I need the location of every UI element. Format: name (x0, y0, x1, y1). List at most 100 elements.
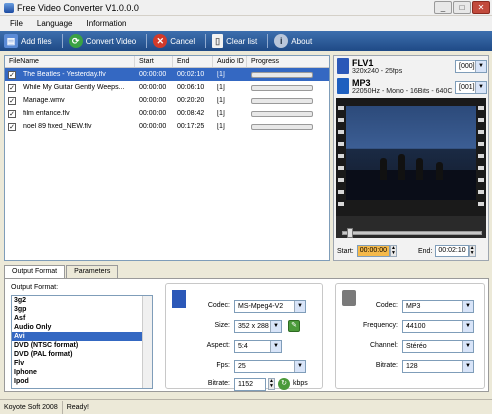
row-start: 00:00:00 (139, 71, 167, 78)
menu-language[interactable]: Language (37, 19, 73, 28)
tab-output-format[interactable]: Output Format (4, 265, 66, 279)
start-time-spinner[interactable]: ▲ ▼ (389, 245, 397, 257)
list-item[interactable]: DVD (PAL format) (12, 350, 152, 359)
file-list[interactable]: FileName Start End Audio ID Progress ✓ T… (4, 55, 330, 261)
row-end: 00:02:10 (177, 71, 205, 78)
video-codec-value: MS-Mpeg4-V2 (238, 303, 284, 310)
minimize-button[interactable]: _ (434, 1, 452, 14)
channel-value: Stéréo (406, 343, 427, 350)
list-item[interactable]: Avi (12, 332, 152, 341)
convert-video-button[interactable]: ⟳ Convert Video (68, 34, 137, 48)
row-audio-id: [1] (217, 71, 225, 78)
column-start[interactable]: Start (135, 56, 173, 67)
cancel-button[interactable]: ✕ Cancel (153, 34, 195, 48)
end-time: End: 00:02:10 ▲ ▼ (418, 245, 476, 257)
stage (346, 170, 476, 200)
list-scrollbar[interactable] (142, 296, 152, 388)
seek-slider[interactable] (342, 228, 482, 238)
video-bitrate-input[interactable]: 1152 (234, 378, 266, 391)
audio-bitrate-label: Bitrate: (375, 362, 398, 369)
table-row[interactable]: ✓ film enfance.flv 00:00:00 00:08:42 [1] (5, 107, 329, 120)
video-stream-select[interactable]: [000] ▼ (455, 60, 487, 73)
table-row[interactable]: ✓ Mariage.wmv 00:00:00 00:20:20 [1] (5, 94, 329, 107)
add-files-button[interactable]: ▤ Add files (4, 34, 52, 48)
output-format-label: Output Format: (11, 284, 59, 291)
column-progress[interactable]: Progress (247, 56, 329, 67)
audio-settings: Codec: MP3 ▼ Frequency: 44100 ▼ Channel:… (335, 283, 485, 389)
fps-select[interactable]: 25 ▼ (234, 360, 306, 373)
table-row[interactable]: ✓ The Beatles - Yesterday.flv 00:00:00 0… (5, 68, 329, 81)
list-item[interactable]: 3g2 (12, 296, 152, 305)
frequency-select[interactable]: 44100 ▼ (402, 320, 474, 333)
clear-list-label: Clear list (226, 36, 258, 46)
video-codec-label: Codec: (207, 302, 230, 309)
audio-bitrate-select[interactable]: 128 ▼ (402, 360, 474, 373)
clear-list-button[interactable]: ▯ Clear list (212, 34, 257, 48)
tab-parameters[interactable]: Parameters (66, 265, 119, 278)
row-audio-id: [1] (217, 84, 225, 91)
speaker-icon (342, 290, 356, 306)
size-value: 352 x 288 (238, 323, 269, 330)
list-item[interactable]: DVD (NTSC format) (12, 341, 152, 350)
video-info: FLV1 320x240 - 25fps (337, 58, 456, 75)
fps-value: 25 (238, 363, 246, 370)
list-item[interactable]: Audio Only (12, 323, 152, 332)
start-time-input[interactable]: 00:00:00 (356, 245, 390, 257)
maximize-button[interactable]: □ (453, 1, 471, 14)
menu-information[interactable]: Information (86, 19, 126, 28)
video-settings: Codec: MS-Mpeg4-V2 ▼ Size: 352 x 288 ▼ ✎… (165, 283, 323, 391)
frequency-label: Frequency: (362, 322, 398, 329)
end-time-input[interactable]: 00:02:10 (435, 245, 469, 257)
row-end: 00:17:25 (177, 123, 205, 130)
row-filename: film enfance.flv (23, 110, 70, 117)
audio-details: 22050Hz - Mono - 16Bits - 640C (352, 88, 453, 95)
video-stream-value: [000] (459, 63, 475, 70)
seek-slider-thumb[interactable] (347, 228, 353, 238)
edit-size-icon[interactable]: ✎ (288, 320, 300, 332)
list-item[interactable]: Asf (12, 314, 152, 323)
table-row[interactable]: ✓ While My Guitar Gently Weeps... 00:00:… (5, 81, 329, 94)
list-item[interactable]: 3gp (12, 305, 152, 314)
add-files-icon: ▤ (4, 34, 18, 48)
toolbar-separator (267, 34, 269, 48)
chevron-down-icon: ▼ (294, 361, 305, 372)
output-format-list[interactable]: 3g2 3gp Asf Audio Only Avi DVD (NTSC for… (11, 295, 153, 389)
row-start: 00:00:00 (139, 97, 167, 104)
column-end[interactable]: End (173, 56, 213, 67)
convert-video-label: Convert Video (85, 36, 137, 46)
row-checkbox[interactable]: ✓ (8, 109, 16, 118)
row-checkbox[interactable]: ✓ (8, 96, 16, 105)
close-button[interactable]: ✕ (472, 1, 490, 14)
video-codec-select[interactable]: MS-Mpeg4-V2 ▼ (234, 300, 306, 313)
row-checkbox[interactable]: ✓ (8, 70, 16, 79)
table-row[interactable]: ✓ noel 89 fixed_NEW.flv 00:00:00 00:17:2… (5, 120, 329, 133)
cancel-icon: ✕ (153, 34, 168, 48)
refresh-icon[interactable]: ↻ (278, 378, 290, 390)
audio-stream-select[interactable]: [001] ▼ (455, 81, 487, 94)
video-preview (336, 98, 486, 238)
list-item[interactable]: Flv (12, 359, 152, 368)
audio-codec-select[interactable]: MP3 ▼ (402, 300, 474, 313)
aspect-select[interactable]: 5:4 ▼ (234, 340, 282, 353)
column-filename[interactable]: FileName (5, 56, 135, 67)
menu-file[interactable]: File (10, 19, 23, 28)
list-item[interactable]: Iphone (12, 368, 152, 377)
audio-codec-value: MP3 (406, 303, 421, 310)
chevron-down-icon: ▼ (475, 61, 486, 72)
chevron-down-icon: ▼ (462, 301, 473, 312)
channel-select[interactable]: Stéréo ▼ (402, 340, 474, 353)
list-item[interactable]: Ipod (12, 377, 152, 386)
clear-list-icon: ▯ (212, 34, 224, 48)
about-button[interactable]: i About (274, 34, 312, 48)
row-checkbox[interactable]: ✓ (8, 83, 16, 92)
row-progress-bar (251, 84, 313, 91)
chevron-down-icon: ▼ (462, 321, 473, 332)
row-start: 00:00:00 (139, 123, 167, 130)
end-time-spinner[interactable]: ▲ ▼ (468, 245, 476, 257)
size-select[interactable]: 352 x 288 ▼ (234, 320, 282, 333)
row-checkbox[interactable]: ✓ (8, 122, 16, 131)
row-progress-bar (251, 110, 313, 117)
video-bitrate-spinner[interactable]: ▲ ▼ (268, 378, 275, 390)
column-audio-id[interactable]: Audio ID (213, 56, 247, 67)
audio-stream-value: [001] (459, 84, 475, 91)
